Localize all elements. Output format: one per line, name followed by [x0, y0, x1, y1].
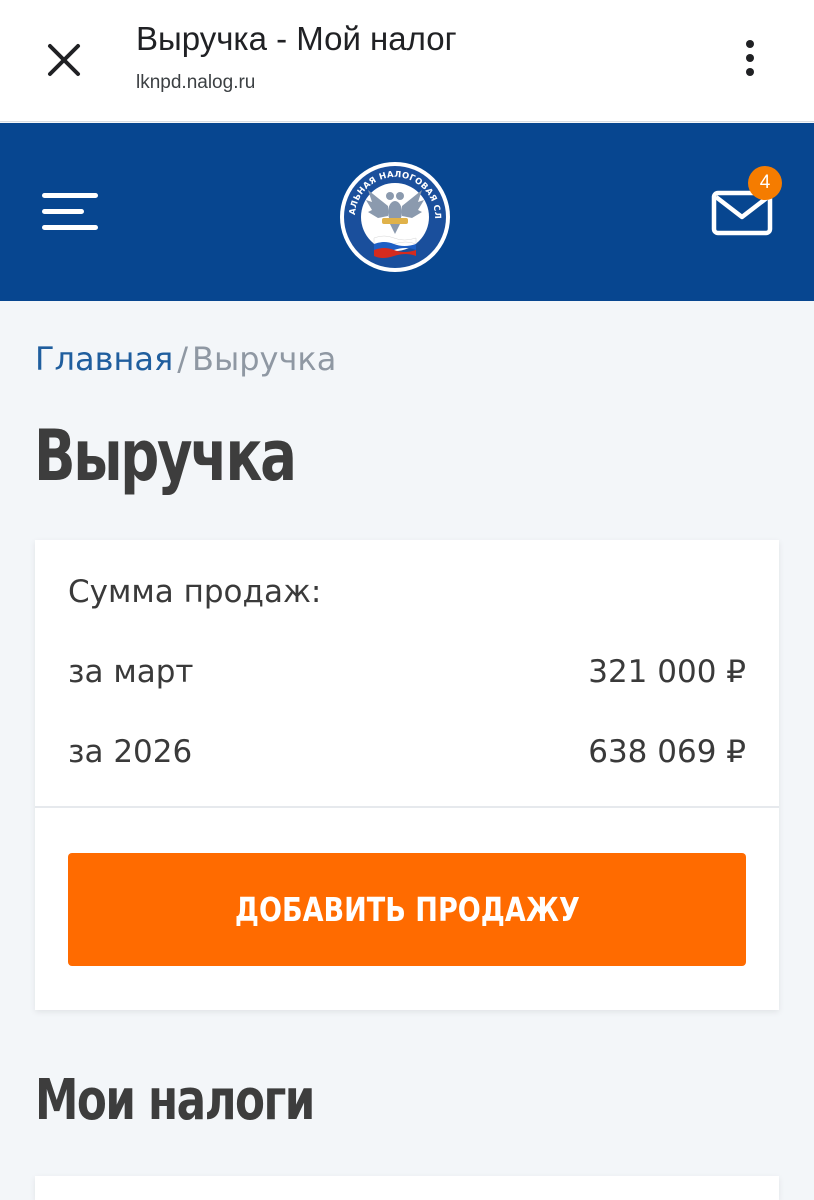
notification-count-badge: 4 — [748, 166, 782, 200]
add-sale-button[interactable]: ДОБАВИТЬ ПРОДАЖУ — [68, 853, 746, 966]
my-taxes-card — [35, 1176, 779, 1200]
hamburger-menu-icon — [42, 193, 98, 198]
close-tab-button[interactable] — [36, 32, 92, 88]
sales-row-month: за март 321 000 ₽ — [68, 654, 746, 690]
breadcrumb-separator: / — [177, 340, 188, 378]
breadcrumb-home-link[interactable]: Главная — [35, 340, 173, 378]
browser-url: lknpd.nalog.ru — [136, 72, 256, 93]
page-title: Выручка — [34, 415, 297, 497]
fns-emblem-icon: ФЕДЕРАЛЬНАЯ НАЛОГОВАЯ СЛУЖБА — [333, 153, 450, 272]
site-header: ФЕДЕРАЛЬНАЯ НАЛОГОВАЯ СЛУЖБА — [0, 123, 814, 301]
sales-row-year: за 2026 638 069 ₽ — [68, 734, 746, 770]
browser-menu-button[interactable] — [726, 34, 774, 82]
fns-logo[interactable]: ФЕДЕРАЛЬНАЯ НАЛОГОВАЯ СЛУЖБА — [333, 153, 452, 274]
close-icon — [48, 44, 80, 76]
more-vertical-icon — [746, 40, 754, 48]
add-sale-button-label: ДОБАВИТЬ ПРОДАЖУ — [234, 890, 580, 929]
breadcrumb-current: Выручка — [192, 340, 337, 378]
browser-page-title: Выручка - Мой налог — [136, 20, 457, 57]
sales-period: за 2026 — [68, 734, 193, 770]
card-divider — [35, 806, 779, 808]
browser-toolbar: Выручка - Мой налог lknpd.nalog.ru — [0, 0, 814, 122]
breadcrumb: Главная / Выручка — [35, 340, 336, 378]
sales-amount: 638 069 ₽ — [588, 734, 746, 770]
my-taxes-title: Мои налоги — [35, 1068, 315, 1133]
hamburger-menu-button[interactable] — [36, 185, 104, 237]
sales-summary-card: Сумма продаж: за март 321 000 ₽ за 2026 … — [35, 540, 779, 1010]
sales-amount: 321 000 ₽ — [588, 654, 746, 690]
sales-sum-label: Сумма продаж: — [68, 574, 322, 610]
sales-period: за март — [68, 654, 194, 690]
